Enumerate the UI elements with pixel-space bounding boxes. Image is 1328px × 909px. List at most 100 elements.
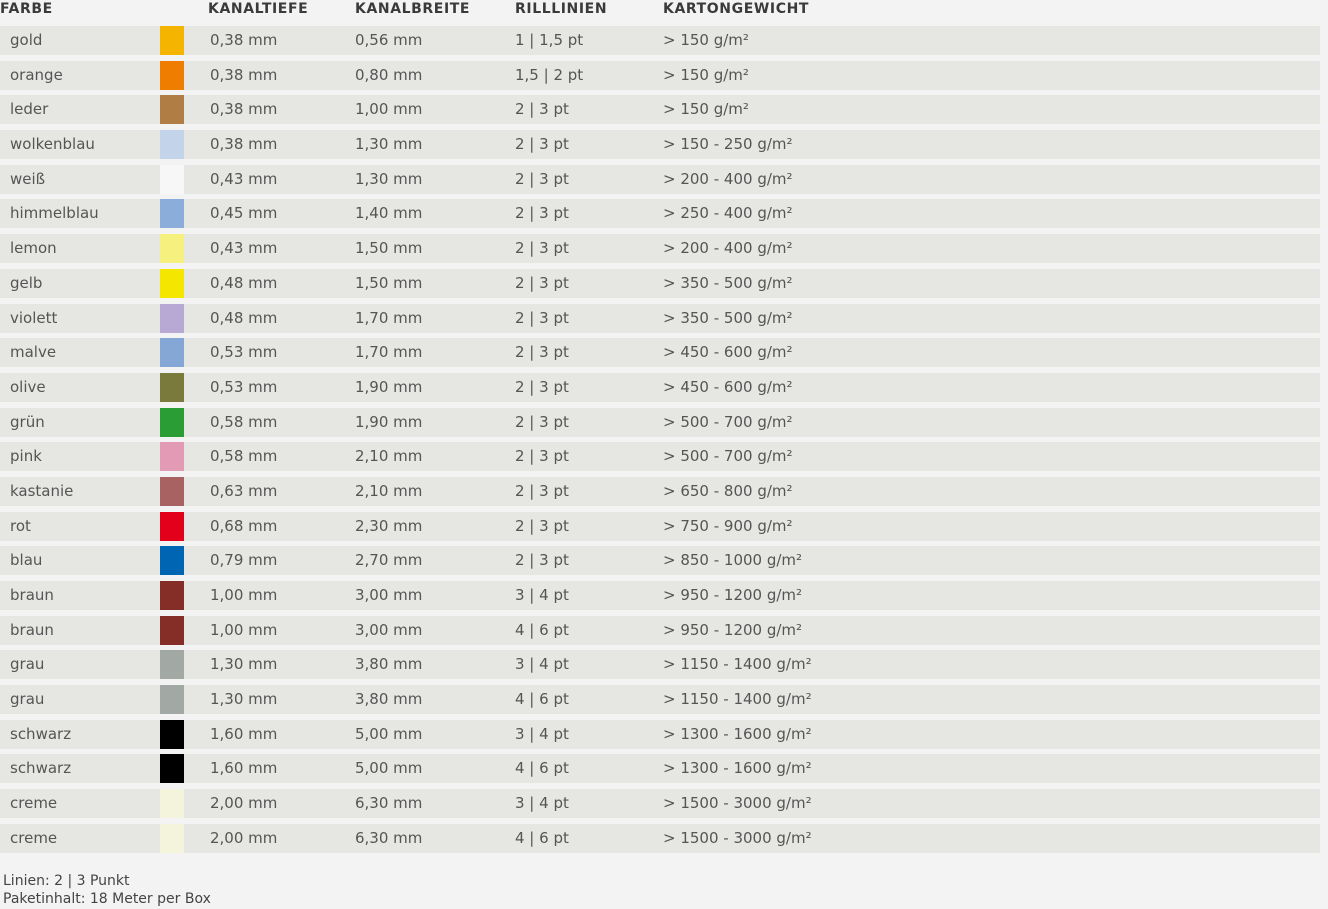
- rilllinien-value: 2 | 3 pt: [515, 551, 569, 570]
- rilllinien-value: 2 | 3 pt: [515, 412, 569, 431]
- color-name: schwarz: [10, 759, 72, 778]
- table-row: grau 1,30 mm 3,80 mm 4 | 6 pt > 1150 - 1400 …: [0, 685, 1320, 715]
- kartongewicht-value: > 200 - 400 g/m²: [663, 169, 793, 188]
- kartongewicht-value: > 1300 - 1600 g/m²: [663, 724, 812, 743]
- color-swatch: [160, 511, 184, 541]
- kanaltiefe-value: 1,00 mm: [210, 620, 278, 639]
- color-swatch: [160, 130, 184, 160]
- table-row: creme 2,00 mm 6,30 mm 4 | 6 pt > 1500 - 3000…: [0, 823, 1320, 853]
- kanalbreite-value: 3,80 mm: [355, 690, 423, 709]
- kanalbreite-value: 5,00 mm: [355, 724, 423, 743]
- kanaltiefe-value: 1,30 mm: [210, 655, 278, 674]
- kanalbreite-value: 2,10 mm: [355, 447, 423, 466]
- color-swatch: [160, 303, 184, 333]
- table-row: orange 0,38 mm 0,80 mm 1,5 | 2 pt > 150 g/m²: [0, 60, 1320, 90]
- color-name: malve: [10, 343, 57, 362]
- kanalbreite-value: 0,56 mm: [355, 31, 423, 49]
- color-swatch: [160, 199, 184, 229]
- color-name: grün: [10, 412, 45, 431]
- kanalbreite-value: 5,00 mm: [355, 759, 423, 778]
- color-swatch: [160, 338, 184, 368]
- kanaltiefe-value: 1,60 mm: [210, 724, 278, 743]
- spec-page: FARBE KANALTIEFE KANALBREITE RILLLINIEN …: [0, 0, 1328, 909]
- color-name: lemon: [10, 239, 57, 258]
- table-row: gelb 0,48 mm 1,50 mm 2 | 3 pt > 350 - 500 g/…: [0, 268, 1320, 298]
- color-swatch: [160, 754, 184, 784]
- color-swatch: [160, 442, 184, 472]
- table-row: leder 0,38 mm 1,00 mm 2 | 3 pt > 150 g/m²: [0, 95, 1320, 125]
- kanalbreite-value: 1,50 mm: [355, 273, 423, 292]
- kartongewicht-value: > 200 - 400 g/m²: [663, 239, 793, 258]
- color-swatch: [160, 372, 184, 402]
- kartongewicht-value: > 750 - 900 g/m²: [663, 516, 793, 535]
- kanaltiefe-value: 1,00 mm: [210, 586, 278, 604]
- kartongewicht-value: > 850 - 1000 g/m²: [663, 551, 803, 570]
- table-row: violett 0,48 mm 1,70 mm 2 | 3 pt > 350 - 500…: [0, 303, 1320, 333]
- kanaltiefe-value: 0,79 mm: [210, 551, 278, 570]
- color-name: braun: [10, 620, 54, 639]
- rilllinien-value: 4 | 6 pt: [515, 690, 569, 709]
- kanalbreite-value: 2,10 mm: [355, 481, 423, 500]
- kanalbreite-value: 1,50 mm: [355, 239, 423, 258]
- kartongewicht-value: > 450 - 600 g/m²: [663, 343, 793, 362]
- color-swatch: [160, 581, 184, 610]
- table-row: schwarz 1,60 mm 5,00 mm 3 | 4 pt > 1300 - 16…: [0, 719, 1320, 749]
- rilllinien-value: 4 | 6 pt: [515, 828, 569, 847]
- rilllinien-value: 2 | 3 pt: [515, 204, 569, 223]
- rilllinien-value: 3 | 4 pt: [515, 655, 569, 674]
- color-swatch: [160, 268, 184, 298]
- color-swatch: [160, 650, 184, 680]
- color-swatch: [160, 476, 184, 506]
- color-name: gelb: [10, 273, 43, 292]
- color-name: weiß: [10, 169, 46, 188]
- table-row: rot 0,68 mm 2,30 mm 2 | 3 pt > 750 - 900 g/m…: [0, 511, 1320, 541]
- kanalbreite-value: 1,00 mm: [355, 100, 423, 119]
- table-row: gold 0,38 mm 0,56 mm 1 | 1,5 pt > 150 g/m²: [0, 26, 1320, 55]
- color-name: schwarz: [10, 724, 72, 743]
- header-kanalbreite: KANALBREITE: [355, 1, 471, 17]
- color-name: himmelblau: [10, 204, 99, 223]
- kanalbreite-value: 1,40 mm: [355, 204, 423, 223]
- footer-linien: Linien: 2 | 3 Punkt: [3, 873, 130, 889]
- rilllinien-value: 3 | 4 pt: [515, 794, 569, 813]
- kanalbreite-value: 3,00 mm: [355, 586, 423, 604]
- color-name: rot: [10, 516, 31, 535]
- kartongewicht-value: > 150 g/m²: [663, 65, 749, 84]
- table-row: olive 0,53 mm 1,90 mm 2 | 3 pt > 450 - 600 g…: [0, 372, 1320, 402]
- color-swatch: [160, 26, 184, 55]
- color-swatch: [160, 60, 184, 90]
- color-swatch: [160, 789, 184, 819]
- kanaltiefe-value: 0,45 mm: [210, 204, 278, 223]
- color-swatch: [160, 95, 184, 125]
- kanalbreite-value: 1,30 mm: [355, 169, 423, 188]
- kanaltiefe-value: 0,38 mm: [210, 135, 278, 154]
- kanaltiefe-value: 0,53 mm: [210, 377, 278, 396]
- rilllinien-value: 4 | 6 pt: [515, 620, 569, 639]
- kanaltiefe-value: 0,53 mm: [210, 343, 278, 362]
- kanaltiefe-value: 0,58 mm: [210, 412, 278, 431]
- color-name: wolkenblau: [10, 135, 95, 154]
- table-header: FARBE KANALTIEFE KANALBREITE RILLLINIEN …: [0, 0, 1320, 22]
- kartongewicht-value: > 1500 - 3000 g/m²: [663, 828, 812, 847]
- table-row: grün 0,58 mm 1,90 mm 2 | 3 pt > 500 - 700 g/…: [0, 407, 1320, 437]
- kanaltiefe-value: 0,43 mm: [210, 169, 278, 188]
- kanalbreite-value: 6,30 mm: [355, 794, 423, 813]
- kartongewicht-value: > 1300 - 1600 g/m²: [663, 759, 812, 778]
- table-row: blau 0,79 mm 2,70 mm 2 | 3 pt > 850 - 1000 g…: [0, 546, 1320, 576]
- color-swatch: [160, 615, 184, 645]
- color-name: grau: [10, 690, 45, 709]
- kanaltiefe-value: 0,58 mm: [210, 447, 278, 466]
- kanaltiefe-value: 0,63 mm: [210, 481, 278, 500]
- kanalbreite-value: 2,70 mm: [355, 551, 423, 570]
- header-kanaltiefe: KANALTIEFE: [208, 1, 309, 17]
- kanalbreite-value: 1,70 mm: [355, 308, 423, 327]
- color-name: leder: [10, 100, 49, 119]
- color-name: gold: [10, 31, 43, 49]
- rilllinien-value: 2 | 3 pt: [515, 135, 569, 154]
- kanaltiefe-value: 0,48 mm: [210, 308, 278, 327]
- kartongewicht-value: > 500 - 700 g/m²: [663, 412, 793, 431]
- rilllinien-value: 1,5 | 2 pt: [515, 65, 584, 84]
- rilllinien-value: 2 | 3 pt: [515, 100, 569, 119]
- rilllinien-value: 2 | 3 pt: [515, 447, 569, 466]
- footer-paketinhalt: Paketinhalt: 18 Meter per Box: [3, 891, 211, 907]
